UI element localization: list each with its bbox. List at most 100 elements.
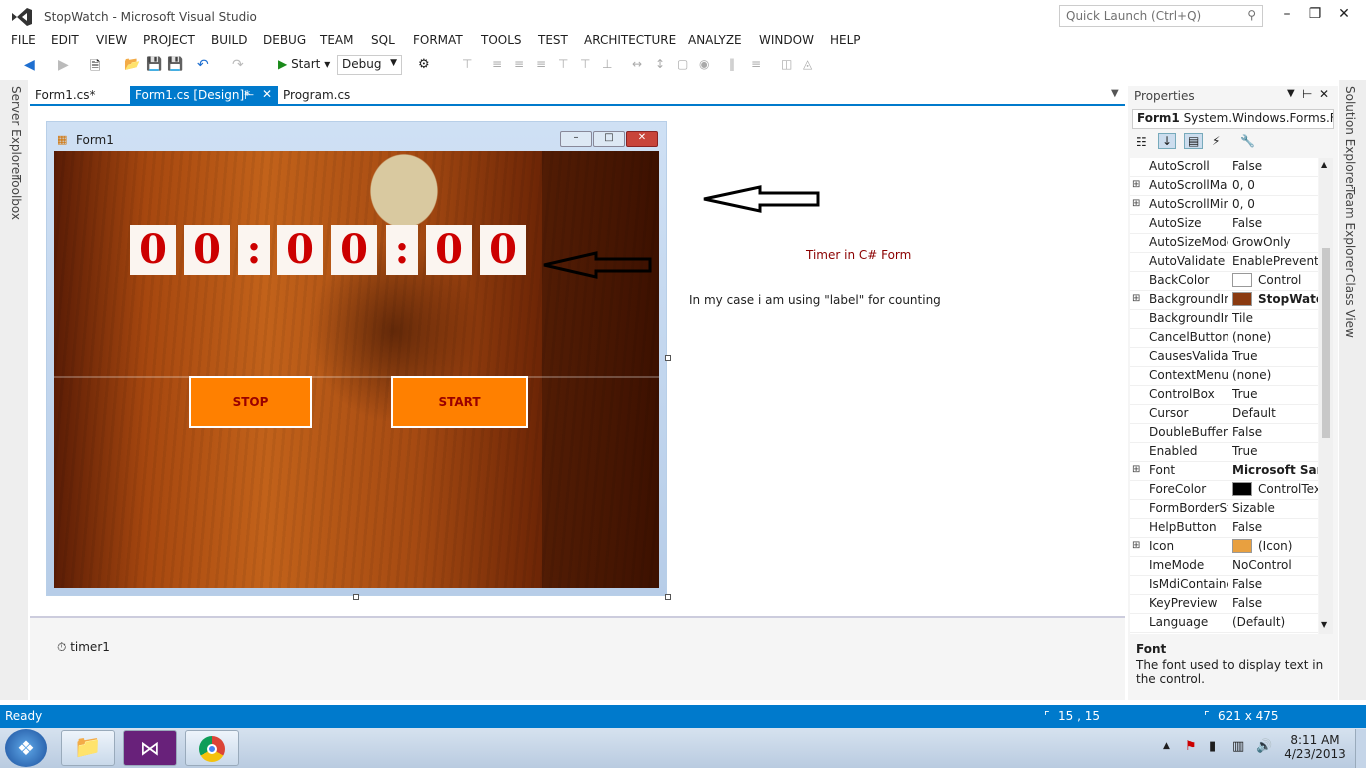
expand-icon[interactable]: ⊞ (1132, 464, 1140, 475)
property-value-cell[interactable]: False (1232, 216, 1318, 230)
property-value-cell[interactable]: (none) (1232, 368, 1318, 382)
property-value-cell[interactable]: True (1232, 444, 1318, 458)
volume-icon[interactable]: 🔊 (1256, 739, 1272, 754)
close-panel-icon[interactable]: ✕ (1319, 87, 1329, 101)
menu-help[interactable]: HELP (830, 33, 861, 47)
property-value-cell[interactable]: StopWatch (1232, 292, 1318, 306)
pin-icon[interactable]: ⊢ (244, 88, 254, 102)
property-value-cell[interactable]: (none) (1232, 330, 1318, 344)
redo-icon[interactable]: ↷ (232, 57, 248, 73)
scroll-thumb[interactable] (1322, 248, 1330, 438)
chrome-taskbar-icon[interactable] (185, 730, 239, 766)
make-same-size-icon[interactable]: ▢ (677, 57, 693, 73)
property-row[interactable]: ControlBox True (1130, 386, 1318, 405)
save-icon[interactable]: 💾 (146, 57, 162, 73)
property-row[interactable]: DoubleBuffered False (1130, 424, 1318, 443)
property-row[interactable]: IsMdiContainer False (1130, 576, 1318, 595)
colon-label[interactable]: : (386, 225, 418, 275)
open-file-icon[interactable]: 📂 (124, 57, 140, 73)
property-row[interactable]: CancelButton (none) (1130, 329, 1318, 348)
property-row[interactable]: Language (Default) (1130, 614, 1318, 633)
action-center-icon[interactable]: ⚑ (1185, 739, 1197, 754)
menu-analyze[interactable]: ANALYZE (688, 33, 742, 47)
seconds-ones-label[interactable]: 0 (480, 225, 526, 275)
property-row[interactable]: ⊞ AutoScrollMargin 0, 0 (1130, 177, 1318, 196)
property-value-cell[interactable]: False (1232, 425, 1318, 439)
categorized-icon[interactable]: ☷ (1136, 135, 1147, 149)
menu-project[interactable]: PROJECT (143, 33, 195, 47)
alphabetical-icon[interactable]: ↓ (1158, 133, 1177, 149)
property-value-cell[interactable]: False (1232, 159, 1318, 173)
battery-icon[interactable]: ▮ (1209, 739, 1216, 754)
property-row[interactable]: BackgroundImageLayout Tile (1130, 310, 1318, 329)
save-all-icon[interactable]: 💾 (167, 57, 183, 73)
maximize-button[interactable]: ❐ (1304, 6, 1326, 24)
property-value-cell[interactable]: (Default) (1232, 615, 1318, 629)
property-value-cell[interactable]: True (1232, 349, 1318, 363)
property-row[interactable]: ImeMode NoControl (1130, 557, 1318, 576)
expand-icon[interactable]: ⊞ (1132, 198, 1140, 209)
seconds-tens-label[interactable]: 0 (426, 225, 472, 275)
align-middles-icon[interactable]: ⊤ (580, 57, 596, 73)
hours-ones-label[interactable]: 0 (184, 225, 230, 275)
property-value-cell[interactable]: False (1232, 596, 1318, 610)
properties-icon[interactable]: ▤ (1184, 133, 1204, 149)
close-button[interactable]: ✕ (1333, 6, 1355, 24)
visual-studio-taskbar-icon[interactable]: ⋈ (123, 730, 177, 766)
property-value-cell[interactable]: False (1232, 520, 1318, 534)
property-value-cell[interactable]: NoControl (1232, 558, 1318, 572)
hours-tens-label[interactable]: 0 (130, 225, 176, 275)
menu-test[interactable]: TEST (538, 33, 568, 47)
colon-label[interactable]: : (238, 225, 270, 275)
timer1-component[interactable]: ⏱ timer1 (57, 640, 110, 655)
bring-to-front-icon[interactable]: ◫ (781, 57, 797, 73)
menu-format[interactable]: FORMAT (413, 33, 463, 47)
property-row[interactable]: ⊞ Icon (Icon) (1130, 538, 1318, 557)
forward-icon[interactable]: ▶ (58, 57, 74, 73)
solution-explorer-tab[interactable]: Solution Explorer (1343, 86, 1357, 189)
menu-tools[interactable]: TOOLS (481, 33, 522, 47)
solution-configuration-select[interactable]: Debug ▼ (337, 55, 402, 75)
property-value-cell[interactable]: Sizable (1232, 501, 1318, 515)
show-desktop-button[interactable] (1355, 729, 1366, 768)
resize-handle-bottom[interactable] (353, 594, 359, 600)
tab-program-cs[interactable]: Program.cs (278, 86, 355, 105)
property-row[interactable]: Cursor Default (1130, 405, 1318, 424)
resize-handle-right[interactable] (665, 355, 671, 361)
menu-file[interactable]: FILE (11, 33, 36, 47)
property-row[interactable]: AutoValidate EnablePreventFocusChange (1130, 253, 1318, 272)
menu-view[interactable]: VIEW (96, 33, 127, 47)
align-centers-icon[interactable]: ≡ (514, 57, 530, 73)
minimize-button[interactable]: – (1276, 6, 1298, 24)
start-debugging-button[interactable]: ▶ Start ▾ (278, 57, 330, 71)
menu-sql[interactable]: SQL (371, 33, 395, 47)
vertical-spacing-icon[interactable]: ≡ (751, 57, 767, 73)
property-value-cell[interactable]: 0, 0 (1232, 197, 1318, 211)
tab-form1-design[interactable]: Form1.cs [Design]* ⊢ ✕ (130, 86, 278, 105)
property-value-cell[interactable]: 0, 0 (1232, 178, 1318, 192)
class-view-tab[interactable]: Class View (1343, 274, 1357, 338)
menu-team[interactable]: TEAM (320, 33, 353, 47)
toolbox-tab[interactable]: Toolbox (9, 175, 23, 220)
property-row[interactable]: ⊞ Font Microsoft Sans (1130, 462, 1318, 481)
property-value-cell[interactable]: EnablePreventFocusChange (1232, 254, 1318, 268)
property-row[interactable]: AutoScroll False (1130, 158, 1318, 177)
menu-build[interactable]: BUILD (211, 33, 247, 47)
property-row[interactable]: CausesValidation True (1130, 348, 1318, 367)
property-row[interactable]: ForeColor ControlText (1130, 481, 1318, 500)
property-value-cell[interactable]: Tile (1232, 311, 1318, 325)
minutes-ones-label[interactable]: 0 (331, 225, 377, 275)
align-lefts-icon[interactable]: ≡ (492, 57, 508, 73)
property-value-cell[interactable]: (Icon) (1232, 539, 1318, 553)
quick-launch-input[interactable]: Quick Launch (Ctrl+Q) ⚲ (1059, 5, 1263, 27)
form-client-area[interactable] (54, 151, 659, 588)
property-pages-icon[interactable]: 🔧 (1240, 134, 1255, 148)
property-row[interactable]: KeyPreview False (1130, 595, 1318, 614)
network-icon[interactable]: ▥ (1232, 739, 1244, 754)
menu-edit[interactable]: EDIT (51, 33, 79, 47)
stop-button[interactable]: STOP (189, 376, 312, 428)
align-to-grid-icon[interactable]: ⊤ (462, 57, 478, 73)
menu-architecture[interactable]: ARCHITECTURE (584, 33, 676, 47)
new-project-icon[interactable]: 🗎 (90, 57, 106, 74)
attach-icon[interactable]: ⚙ (418, 57, 434, 73)
